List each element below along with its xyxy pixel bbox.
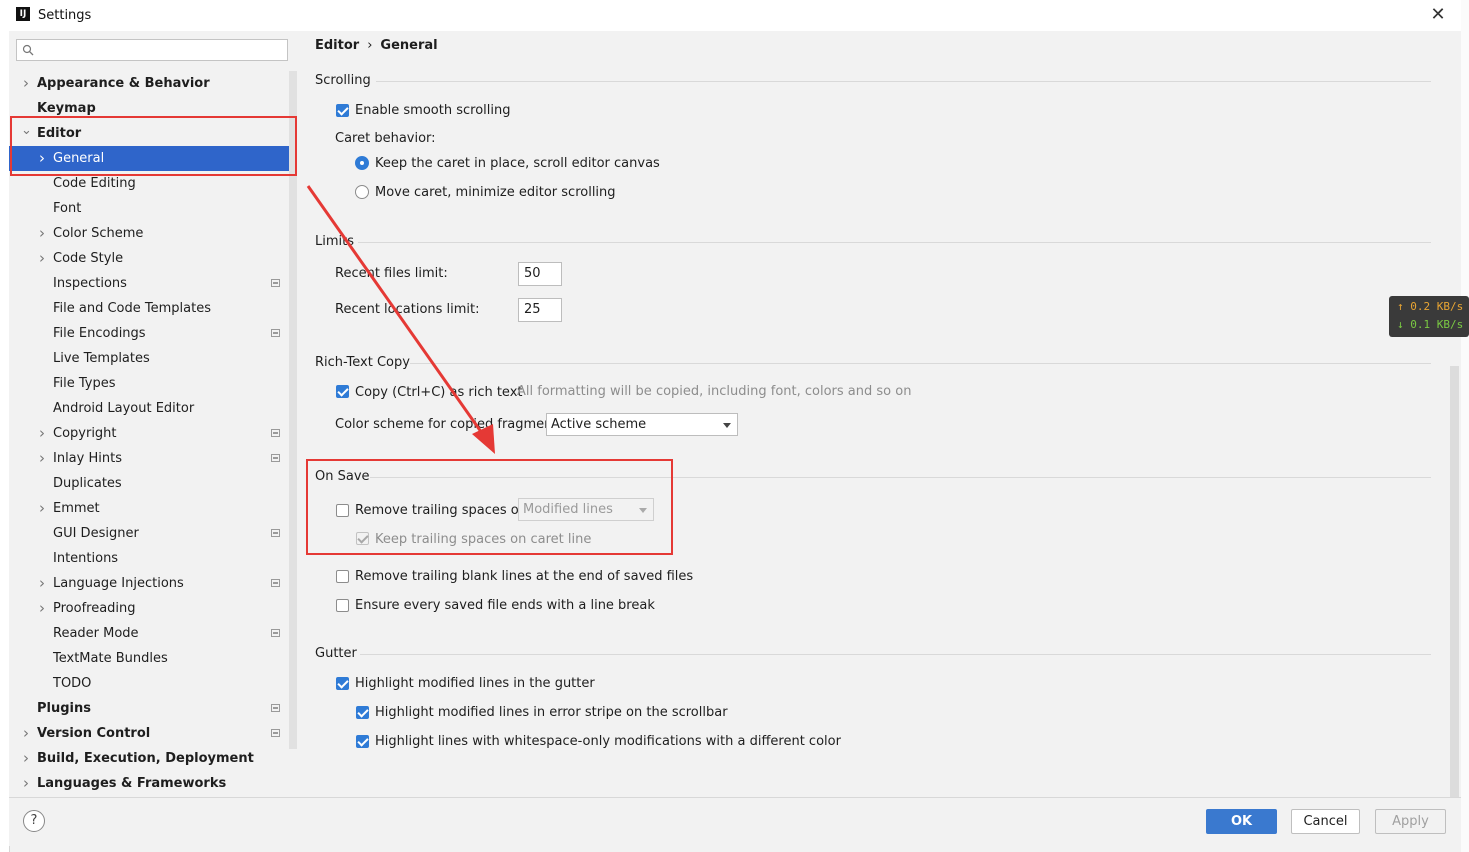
- annotation-arrow: [306, 185, 495, 454]
